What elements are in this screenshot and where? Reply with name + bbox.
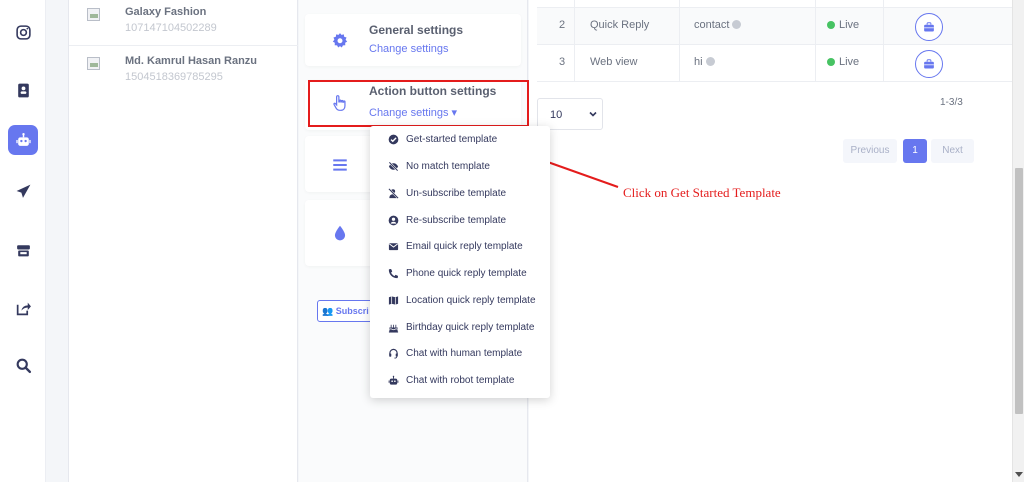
page-list-item[interactable]: Galaxy Fashion 107147104502289	[69, 2, 298, 46]
page-name: Md. Kamrul Hasan Ranzu	[125, 55, 258, 67]
menu-item-chat-with-robot-template[interactable]: Chat with robot template	[370, 369, 550, 393]
table-row: 3 Web view hi Live	[537, 44, 1012, 81]
edit-button[interactable]	[915, 50, 943, 78]
chevron-down-icon	[589, 111, 597, 117]
menu-item-label: Phone quick reply template	[406, 268, 527, 279]
scroll-down-arrow[interactable]	[1015, 472, 1023, 477]
instagram-icon[interactable]	[8, 17, 38, 47]
menu-item-label: Un-subscribe template	[406, 188, 507, 199]
menu-item-chat-with-human-template[interactable]: Chat with human template	[370, 342, 550, 366]
next-page-button[interactable]: Next	[931, 139, 974, 163]
paper-plane-icon[interactable]	[8, 176, 38, 206]
envelope-icon	[388, 243, 399, 251]
divider	[679, 0, 680, 82]
keyword-cell: hi	[694, 56, 715, 68]
general-settings-card: General settings Change settings	[305, 14, 521, 66]
user-circle-icon	[388, 215, 399, 226]
briefcase-icon	[924, 22, 934, 32]
users-icon: 👥	[322, 306, 334, 316]
reply-type: Web view	[590, 56, 638, 68]
store-icon[interactable]	[8, 235, 38, 265]
droplet-icon	[334, 225, 346, 241]
edit-button[interactable]	[915, 13, 943, 41]
menu-item-label: Re-subscribe template	[406, 215, 507, 226]
keyword-cell: contact	[694, 19, 742, 31]
page-name: Galaxy Fashion	[125, 6, 207, 18]
keyword: hi	[694, 56, 703, 68]
page-id: 107147104502289	[125, 22, 217, 34]
menu-item-label: Birthday quick reply template	[406, 322, 535, 333]
reply-type: Quick Reply	[590, 19, 650, 31]
status-cell: Live	[827, 56, 859, 68]
birthday-cake-icon	[388, 324, 399, 333]
menu-item-unsubscribe-template[interactable]: Un-subscribe template	[370, 182, 550, 206]
menu-item-get-started-template[interactable]: Get-started template	[370, 128, 550, 152]
page-list: Galaxy Fashion 107147104502289 Md. Kamru…	[68, 0, 298, 482]
menu-item-label: Email quick reply template	[406, 241, 523, 252]
page-thumbnail	[87, 8, 100, 21]
status-cell: Live	[827, 19, 859, 31]
divider	[883, 0, 884, 82]
robot-icon	[388, 375, 399, 385]
highlight-box	[308, 80, 529, 127]
main-content: 2 Quick Reply contact Live 3 Web view hi…	[529, 0, 1012, 482]
eye-slash-icon	[388, 161, 399, 172]
status-badge: Live	[839, 19, 860, 31]
search-icon[interactable]	[8, 350, 38, 380]
phone-icon	[388, 268, 399, 279]
menu-item-birthday-quick-reply-template[interactable]: Birthday quick reply template	[370, 316, 550, 340]
info-icon	[705, 57, 715, 66]
record-count: 1-3/3	[940, 97, 963, 108]
divider	[574, 0, 575, 82]
live-status-icon	[827, 58, 835, 66]
subscribers-button-label: Subscri	[335, 306, 369, 316]
menu-item-email-quick-reply-template[interactable]: Email quick reply template	[370, 235, 550, 259]
previous-page-button[interactable]: Previous	[843, 139, 897, 163]
briefcase-icon	[924, 59, 934, 69]
menu-item-label: Location quick reply template	[406, 295, 536, 306]
app-root: Galaxy Fashion 107147104502289 Md. Kamru…	[0, 0, 1024, 482]
page-list-item[interactable]: Md. Kamrul Hasan Ranzu 1504518369785295	[69, 51, 298, 93]
info-icon	[732, 20, 742, 29]
row-number: 2	[559, 19, 566, 31]
scrollbar-thumb[interactable]	[1015, 168, 1023, 414]
row-number: 3	[559, 56, 566, 68]
card-title: General settings	[369, 23, 464, 37]
page-number-button[interactable]: 1	[903, 139, 927, 163]
menu-item-resubscribe-template[interactable]: Re-subscribe template	[370, 209, 550, 233]
menu-item-location-quick-reply-template[interactable]: Location quick reply template	[370, 289, 550, 313]
divider	[815, 0, 816, 82]
menu-item-no-match-template[interactable]: No match template	[370, 155, 550, 179]
menu-item-label: Chat with human template	[406, 348, 523, 359]
share-square-icon[interactable]	[8, 293, 38, 323]
bars-icon	[333, 159, 347, 171]
user-slash-icon	[388, 188, 399, 199]
action-button-dropdown-menu: Get-started template No match template U…	[370, 126, 550, 398]
menu-item-phone-quick-reply-template[interactable]: Phone quick reply template	[370, 262, 550, 286]
live-status-icon	[827, 21, 835, 29]
headset-icon	[389, 348, 398, 359]
menu-item-label: Get-started template	[406, 134, 498, 145]
page-id: 1504518369785295	[125, 71, 223, 83]
page-thumbnail	[87, 57, 100, 70]
map-icon	[388, 296, 399, 305]
divider	[69, 45, 298, 46]
divider	[537, 81, 1012, 82]
menu-item-label: Chat with robot template	[406, 375, 515, 386]
check-circle-icon	[388, 134, 399, 145]
keyword: contact	[694, 19, 730, 31]
gear-icon	[332, 33, 348, 48]
status-badge: Live	[839, 56, 860, 68]
subscribers-button[interactable]: 👥 Subscri	[317, 300, 375, 322]
change-settings-link[interactable]: Change settings	[369, 43, 449, 55]
address-book-icon[interactable]	[8, 75, 38, 105]
page-scrollbar[interactable]	[1012, 0, 1024, 482]
icon-sidebar	[0, 0, 46, 482]
table-row: 2 Quick Reply contact Live	[537, 7, 1012, 44]
robot-icon[interactable]	[8, 125, 38, 155]
annotation-text: Click on Get Started Template	[623, 185, 781, 200]
menu-item-label: No match template	[406, 161, 490, 172]
per-page-value: 10	[550, 109, 563, 121]
